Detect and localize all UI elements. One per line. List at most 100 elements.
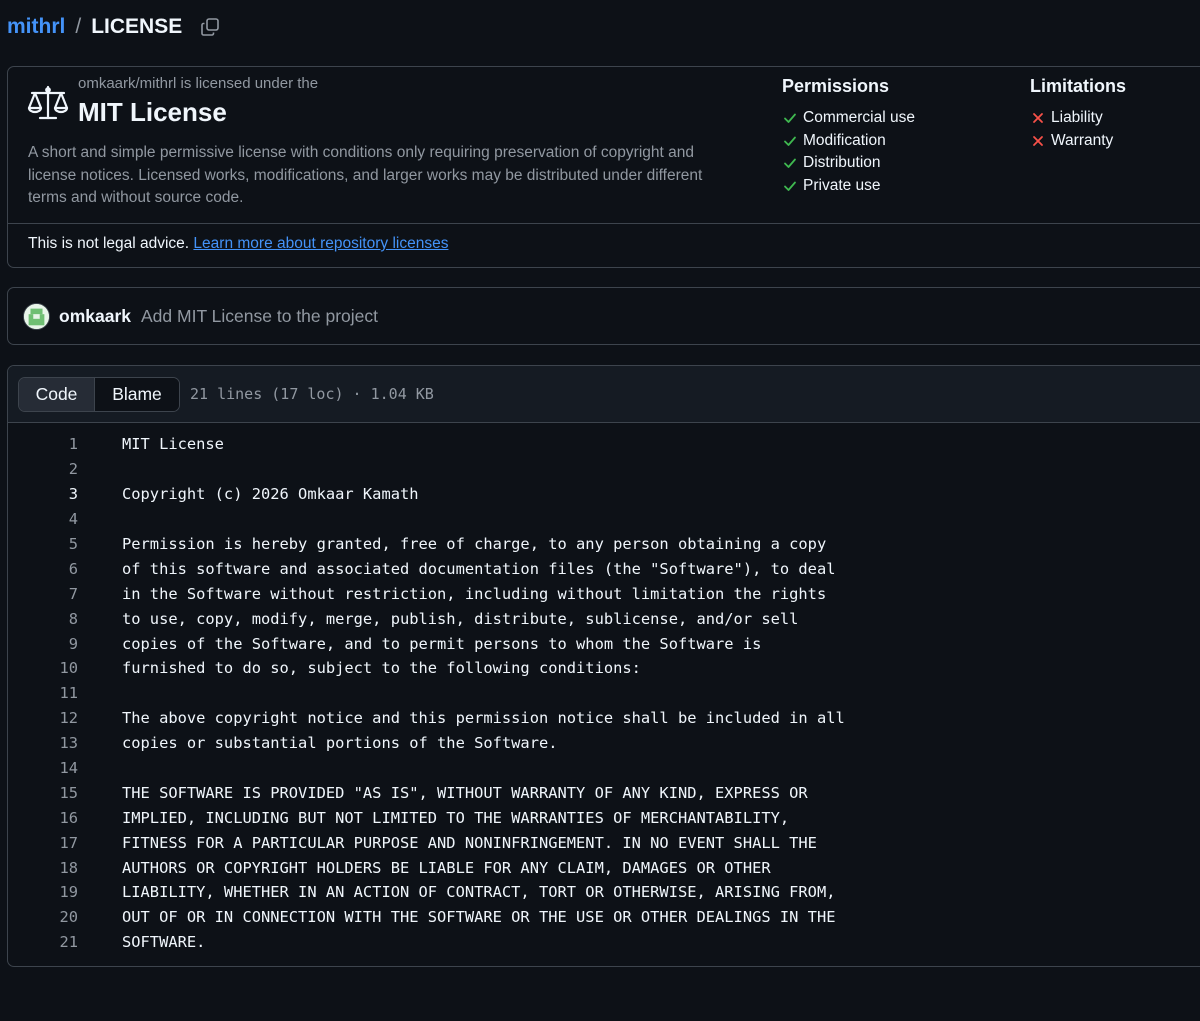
limitations-list: Limitations Liability Warranty [1030, 76, 1126, 152]
check-icon [784, 181, 796, 191]
line-number[interactable]: 11 [8, 684, 78, 702]
line-number[interactable]: 19 [8, 883, 78, 901]
tab-blame[interactable]: Blame [95, 377, 179, 411]
line-content: of this software and associated document… [122, 559, 836, 578]
code-line: 16 IMPLIED, INCLUDING BUT NOT LIMITED TO … [8, 805, 1200, 830]
license-description: A short and simple permissive license wi… [28, 144, 703, 206]
code-line: 20 OUT OF OR IN CONNECTION WITH THE SOFTW… [8, 905, 1200, 930]
line-number[interactable]: 21 [8, 933, 78, 951]
licensed-under-text: omkaark/mithrl is licensed under the [78, 75, 319, 92]
code-line: 10 furnished to do so, subject to the fol… [8, 656, 1200, 681]
line-content: in the Software without restriction, inc… [122, 584, 827, 603]
permission-label: Private use [803, 176, 881, 194]
license-card: omkaark/mithrl is licensed under the MIT… [7, 66, 1200, 268]
line-content: Copyright (c) 2026 Omkaar Kamath [122, 485, 419, 504]
user-avatar-icon [24, 303, 49, 329]
line-number[interactable]: 18 [8, 859, 78, 877]
code-line: 17 FITNESS FOR A PARTICULAR PURPOSE AND N… [8, 830, 1200, 855]
breadcrumb-repo-link[interactable]: mithrl [7, 15, 65, 39]
permissions-heading: Permissions [782, 76, 890, 96]
limitations-heading: Limitations [1030, 76, 1127, 96]
line-number[interactable]: 7 [8, 585, 78, 603]
line-number[interactable]: 17 [8, 834, 78, 852]
line-content: THE SOFTWARE IS PROVIDED "AS IS", WITHOU… [122, 783, 808, 802]
code-line: 4 [8, 507, 1200, 532]
line-number[interactable]: 9 [8, 635, 78, 653]
line-content: The above copyright notice and this perm… [122, 709, 845, 728]
code-line: 6 of this software and associated documen… [8, 556, 1200, 581]
line-content: IMPLIED, INCLUDING BUT NOT LIMITED TO TH… [122, 808, 790, 827]
code-line: 5 Permission is hereby granted, free of c… [8, 532, 1200, 557]
line-number[interactable]: 20 [8, 908, 78, 926]
code-line: 7 in the Software without restriction, in… [8, 581, 1200, 606]
line-content: Permission is hereby granted, free of ch… [122, 535, 827, 553]
code-line: 1 MIT License [8, 432, 1200, 457]
line-number[interactable]: 12 [8, 709, 78, 727]
code-line: 11 [8, 681, 1200, 706]
line-number[interactable]: 6 [8, 560, 78, 578]
line-content: OUT OF OR IN CONNECTION WITH THE SOFTWAR… [122, 908, 836, 927]
license-name: MIT License [78, 97, 227, 127]
permission-item: Commercial use [782, 107, 915, 130]
code-line: 18 AUTHORS OR COPYRIGHT HOLDERS BE LIABLE… [8, 855, 1200, 880]
line-number[interactable]: 8 [8, 610, 78, 628]
code-line: 19 LIABILITY, WHETHER IN AN ACTION OF CON… [8, 880, 1200, 905]
line-content: MIT License [122, 435, 224, 454]
line-content: copies or substantial portions of the So… [122, 734, 558, 753]
code-line: 2 [8, 457, 1200, 482]
permission-item: Distribution [782, 152, 915, 175]
view-mode-toggle: Code Blame [18, 376, 180, 412]
line-content: FITNESS FOR A PARTICULAR PURPOSE AND NON… [122, 833, 817, 852]
code-line: 12 The above copyright notice and this pe… [8, 706, 1200, 731]
code-line: 9 copies of the Software, and to permit p… [8, 631, 1200, 656]
breadcrumb-separator: / [75, 15, 82, 38]
latest-commit-bar: omkaark Add MIT License to the project [7, 287, 1200, 345]
permission-label: Distribution [803, 154, 881, 172]
code-line: 13 copies or substantial portions of the … [8, 731, 1200, 756]
breadcrumb: mithrl / LICENSE [7, 12, 221, 42]
permission-item: Private use [782, 175, 915, 198]
line-number[interactable]: 15 [8, 784, 78, 802]
learn-more-licenses-link[interactable]: Learn more about repository licenses [193, 235, 448, 252]
code-line: 21 SOFTWARE. [8, 930, 1200, 955]
line-number[interactable]: 10 [8, 659, 78, 677]
line-number[interactable]: 3 [8, 485, 78, 503]
line-number[interactable]: 4 [8, 510, 78, 528]
permission-label: Modification [803, 131, 886, 149]
limitation-label: Warranty [1051, 131, 1114, 149]
avatar[interactable] [23, 302, 50, 330]
legal-disclaimer: This is not legal advice. [28, 235, 190, 252]
code-content[interactable]: 1 MIT License 2 3 Copyright (c) 2026 Omkaar … [8, 423, 1200, 955]
code-line: 15 THE SOFTWARE IS PROVIDED "AS IS", WITH… [8, 780, 1200, 805]
check-icon [784, 113, 796, 124]
commit-message-link[interactable]: Add MIT License to the project [141, 306, 378, 327]
copy-icon [201, 18, 220, 36]
code-line: 14 [8, 756, 1200, 781]
code-line: 8 to use, copy, modify, merge, publish, d… [8, 606, 1200, 631]
line-number[interactable]: 13 [8, 734, 78, 752]
line-content: AUTHORS OR COPYRIGHT HOLDERS BE LIABLE F… [122, 858, 771, 877]
line-content: SOFTWARE. [122, 933, 206, 952]
permission-label: Commercial use [803, 109, 915, 127]
file-meta-info: 21 lines (17 loc) · 1.04 KB [190, 385, 434, 403]
line-number[interactable]: 5 [8, 535, 78, 553]
permissions-list: Permissions Commercial use Modification … [782, 76, 915, 197]
x-icon [1033, 135, 1043, 146]
line-number[interactable]: 2 [8, 460, 78, 478]
file-viewer-header: Code Blame 21 lines (17 loc) · 1.04 KB [8, 366, 1200, 423]
limitation-item: Warranty [1030, 130, 1126, 153]
tab-code[interactable]: Code [19, 377, 95, 411]
check-icon [784, 158, 796, 169]
line-number[interactable]: 14 [8, 759, 78, 777]
line-content: to use, copy, modify, merge, publish, di… [122, 609, 799, 628]
line-number[interactable]: 16 [8, 809, 78, 827]
license-footer: This is not legal advice. Learn more abo… [8, 224, 1200, 264]
line-content: furnished to do so, subject to the follo… [122, 659, 641, 678]
line-number[interactable]: 1 [8, 435, 78, 453]
code-line: 3 Copyright (c) 2026 Omkaar Kamath [8, 482, 1200, 507]
permission-item: Modification [782, 130, 915, 153]
commit-author-link[interactable]: omkaark [59, 306, 131, 327]
line-content: LIABILITY, WHETHER IN AN ACTION OF CONTR… [122, 883, 836, 902]
copy-path-button[interactable] [199, 16, 221, 38]
limitation-item: Liability [1030, 107, 1126, 130]
